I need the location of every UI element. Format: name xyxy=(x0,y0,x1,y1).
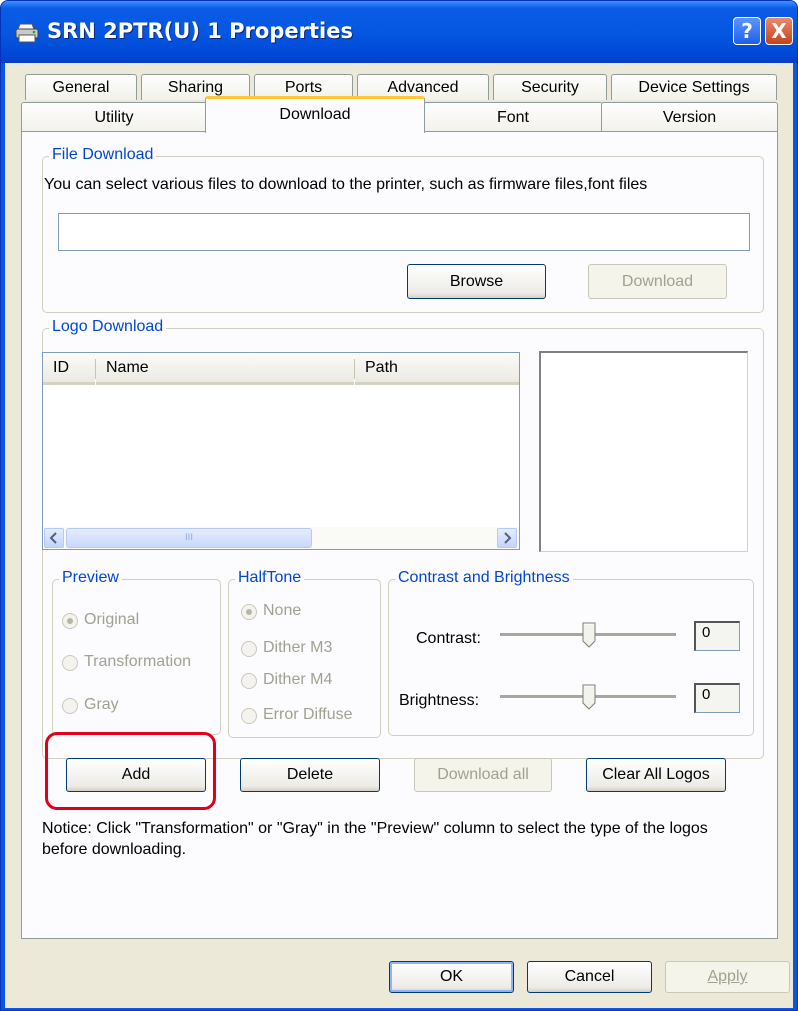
preview-original-label: Original xyxy=(84,611,140,628)
file-download-description: You can select various files to download… xyxy=(44,176,648,193)
preview-original-radio[interactable] xyxy=(62,613,78,629)
window-title: SRN 2PTR(U) 1 Properties xyxy=(47,19,353,43)
tab-general[interactable]: General xyxy=(25,74,137,100)
highlight-annotation xyxy=(45,732,216,810)
logo-preview-box xyxy=(539,351,748,552)
ok-button[interactable]: OK xyxy=(389,961,514,993)
tab-device-settings[interactable]: Device Settings xyxy=(611,74,777,100)
halftone-dither-m3-radio[interactable] xyxy=(241,641,257,657)
halftone-dither-m4-label: Dither M4 xyxy=(263,671,333,688)
clear-all-logos-button[interactable]: Clear All Logos xyxy=(586,758,726,792)
halftone-error-diffuse-label: Error Diffuse xyxy=(263,706,353,723)
halftone-dither-m3-label: Dither M3 xyxy=(263,639,333,656)
logo-list[interactable]: ID Name Path III xyxy=(42,352,520,550)
browse-button[interactable]: Browse xyxy=(407,264,546,299)
logo-download-legend: Logo Download xyxy=(49,318,167,336)
scroll-right-icon[interactable] xyxy=(497,528,517,548)
slider-thumb-icon[interactable] xyxy=(582,622,596,648)
download-button[interactable]: Download xyxy=(588,264,727,299)
download-all-button[interactable]: Download all xyxy=(414,758,552,792)
slider-thumb-icon[interactable] xyxy=(582,684,596,710)
notice-text: Notice: Click "Transformation" or "Gray"… xyxy=(42,820,708,858)
halftone-dither-m4-radio[interactable] xyxy=(241,673,257,689)
title-bar[interactable]: SRN 2PTR(U) 1 Properties ? X xyxy=(1,1,797,63)
file-path-field[interactable] xyxy=(58,213,750,251)
apply-button[interactable]: Apply xyxy=(665,961,790,993)
brightness-label: Brightness: xyxy=(399,692,480,709)
scroll-left-icon[interactable] xyxy=(44,528,64,548)
help-icon[interactable]: ? xyxy=(733,17,761,45)
contrast-value-field[interactable]: 0 xyxy=(694,621,740,651)
contrast-brightness-legend: Contrast and Brightness xyxy=(395,569,573,587)
tab-security[interactable]: Security xyxy=(493,74,607,100)
radio-dot xyxy=(67,618,73,624)
close-icon[interactable]: X xyxy=(765,17,793,45)
horizontal-scrollbar[interactable]: III xyxy=(43,527,519,549)
halftone-error-diffuse-radio[interactable] xyxy=(241,708,257,724)
column-header-name[interactable]: Name xyxy=(96,353,354,385)
radio-dot xyxy=(246,609,252,615)
preview-gray-radio[interactable] xyxy=(62,698,78,714)
brightness-value-field[interactable]: 0 xyxy=(694,683,740,713)
preview-transformation-label: Transformation xyxy=(84,653,191,670)
tab-font[interactable]: Font xyxy=(423,102,603,132)
halftone-none-label: None xyxy=(263,602,302,619)
column-header-path[interactable]: Path xyxy=(355,353,519,385)
preview-legend: Preview xyxy=(59,569,122,587)
column-header-id[interactable]: ID xyxy=(43,353,95,385)
tab-version[interactable]: Version xyxy=(601,102,778,132)
scroll-thumb[interactable]: III xyxy=(66,528,312,548)
tab-utility[interactable]: Utility xyxy=(21,102,207,132)
file-download-legend: File Download xyxy=(49,146,157,164)
halftone-legend: HalfTone xyxy=(235,569,305,587)
contrast-label: Contrast: xyxy=(416,630,481,647)
cancel-button[interactable]: Cancel xyxy=(527,961,652,993)
printer-icon xyxy=(15,23,39,43)
preview-transformation-radio[interactable] xyxy=(62,655,78,671)
preview-gray-label: Gray xyxy=(84,696,119,713)
halftone-none-radio[interactable] xyxy=(241,604,257,620)
delete-logo-button[interactable]: Delete xyxy=(240,758,380,792)
tab-download[interactable]: Download xyxy=(205,96,425,133)
scroll-thumb-grip: III xyxy=(185,533,193,543)
